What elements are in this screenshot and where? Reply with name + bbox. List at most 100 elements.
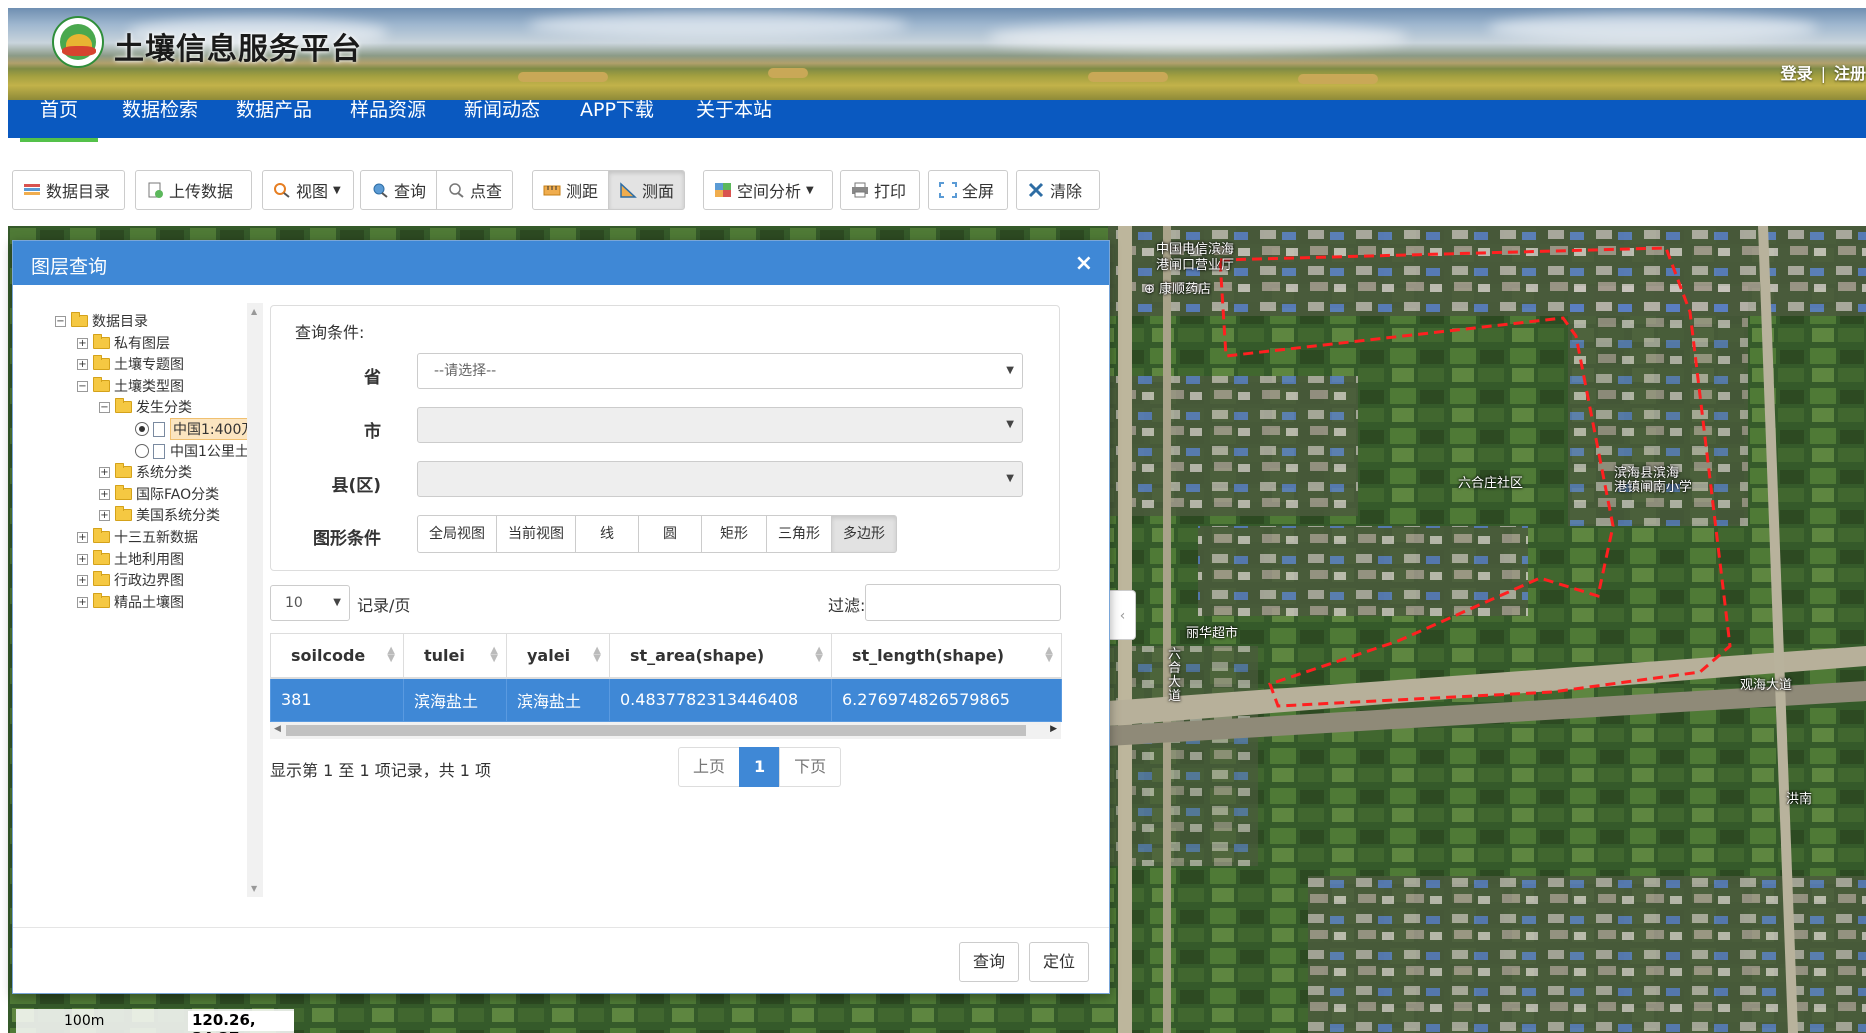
nav-item-about[interactable]: 关于本站 [696, 100, 772, 138]
tree-node-private[interactable]: + 私有图层 [77, 333, 170, 353]
view-dropdown[interactable]: 视图 ▼ [262, 170, 354, 210]
shape-global-view-button[interactable]: 全局视图 [417, 515, 497, 553]
register-link[interactable]: 注册 [1834, 64, 1866, 83]
tree-node-type-map[interactable]: − 土壤类型图 [77, 376, 184, 396]
page-number-button[interactable]: 1 [739, 747, 781, 787]
expand-icon[interactable]: + [77, 531, 88, 543]
province-select[interactable]: --请选择-- ▼ [417, 353, 1023, 389]
tree-node-premium[interactable]: + 精品土壤图 [77, 592, 184, 612]
tree-scrollbar[interactable]: ▲ ▼ [247, 303, 263, 897]
tree-node-root[interactable]: − 数据目录 [55, 311, 148, 331]
column-header-tulei[interactable]: tulei ▲ ▼ [403, 633, 507, 679]
tree-node-china-1km[interactable]: 中国1公里土 [135, 441, 249, 461]
scroll-up-icon[interactable]: ▲ [251, 307, 257, 316]
filter-input[interactable] [865, 584, 1061, 621]
scale-bar: 100m 120.26, 34.27 [16, 1009, 294, 1033]
shape-rectangle-button[interactable]: 矩形 [701, 515, 767, 553]
tree-node-genetic[interactable]: − 发生分类 [99, 397, 192, 417]
page-size-select[interactable]: 10 ▼ [270, 585, 350, 621]
table-horizontal-scrollbar[interactable]: ◀ ▶ [270, 722, 1061, 739]
tree-node-landuse[interactable]: + 土地利用图 [77, 549, 184, 569]
table-row[interactable]: 381 滨海盐土 滨海盐土 0.4837782313446408 6.27697… [270, 677, 1062, 722]
nav-item-sample-resources[interactable]: 样品资源 [350, 100, 426, 138]
sort-icon[interactable]: ▲ ▼ [490, 646, 498, 664]
clear-button[interactable]: 清除 [1016, 170, 1100, 210]
expand-icon[interactable]: + [77, 574, 88, 586]
shape-line-button[interactable]: 线 [575, 515, 639, 553]
sort-icon[interactable]: ▲ ▼ [593, 646, 601, 664]
upload-label: 上传数据 [169, 182, 234, 201]
expand-icon[interactable]: + [99, 466, 110, 478]
site-logo[interactable] [52, 16, 104, 68]
shape-current-view-button[interactable]: 当前视图 [496, 515, 576, 553]
scroll-left-icon[interactable]: ◀ [274, 724, 281, 734]
county-select[interactable]: ▼ [417, 461, 1023, 497]
column-header-st-length[interactable]: st_length(shape) ▲ ▼ [831, 633, 1062, 679]
collapse-icon[interactable]: − [99, 401, 110, 413]
sort-icon[interactable]: ▲ ▼ [387, 646, 395, 664]
records-info: 显示第 1 至 1 项记录，共 1 项 [270, 761, 492, 780]
shape-circle-button[interactable]: 圆 [638, 515, 702, 553]
spatial-analysis-dropdown[interactable]: 空间分析 ▼ [703, 170, 833, 210]
page: 土壤信息服务平台 登录 | 注册 首页 数据检索 数据产品 样品资源 新闻动态 AP… [0, 0, 1866, 1033]
locate-button[interactable]: 定位 [1029, 942, 1090, 982]
nav-item-news[interactable]: 新闻动态 [464, 100, 540, 138]
tree-node-china-400k[interactable]: 中国1:400万 [135, 418, 259, 440]
scroll-right-icon[interactable]: ▶ [1050, 724, 1057, 734]
shape-polygon-button[interactable]: 多边形 [831, 515, 897, 553]
column-header-yalei[interactable]: yalei ▲ ▼ [506, 633, 610, 679]
city-select[interactable]: ▼ [417, 407, 1023, 443]
login-link[interactable]: 登录 [1781, 64, 1813, 83]
query-button[interactable]: 查询 [360, 170, 438, 210]
expand-icon[interactable]: + [77, 553, 88, 565]
tree-node-admin[interactable]: + 行政边界图 [77, 570, 184, 590]
table-cell: 381 [270, 677, 404, 722]
print-button[interactable]: 打印 [840, 170, 920, 210]
nav-item-data-products[interactable]: 数据产品 [236, 100, 312, 138]
tree-node-system[interactable]: + 系统分类 [99, 462, 192, 482]
dialog-footer: 查询 定位 [13, 927, 1109, 993]
nav-item-label: 数据产品 [236, 99, 313, 121]
catalog-button[interactable]: 数据目录 [12, 170, 125, 210]
nav-item-data-search[interactable]: 数据检索 [122, 100, 198, 138]
province-label: 省 [364, 368, 381, 388]
collapse-panel-button[interactable]: ‹ [1110, 590, 1136, 640]
radio-icon[interactable] [135, 444, 149, 458]
expand-icon[interactable]: + [99, 488, 110, 500]
expand-icon[interactable]: + [77, 337, 88, 349]
results-table: soilcode ▲ ▼ tulei ▲ ▼ yalei ▲ ▼ st_area(shape… [270, 633, 1062, 722]
banner-cloud [988, 22, 1408, 52]
measure-distance-button[interactable]: 测距 [532, 170, 610, 210]
query-submit-button[interactable]: 查询 [959, 942, 1020, 982]
radio-selected-icon[interactable] [135, 422, 149, 436]
collapse-icon[interactable]: − [55, 315, 66, 327]
upload-button[interactable]: 上传数据 [135, 170, 252, 210]
measure-area-label: 测面 [642, 182, 675, 201]
measure-area-button[interactable]: 测面 [608, 170, 686, 210]
collapse-icon[interactable]: − [77, 380, 88, 392]
prev-page-button[interactable]: 上页 [678, 747, 741, 787]
close-icon[interactable]: × [1075, 251, 1093, 276]
nav-item-home[interactable]: 首页 [19, 100, 99, 142]
column-header-soilcode[interactable]: soilcode ▲ ▼ [270, 633, 404, 679]
shape-triangle-button[interactable]: 三角形 [766, 515, 832, 553]
tree-node-usa[interactable]: + 美国系统分类 [99, 505, 220, 525]
expand-icon[interactable]: + [99, 509, 110, 521]
sort-icon[interactable]: ▲ ▼ [815, 646, 823, 664]
point-query-button[interactable]: 点查 [436, 170, 514, 210]
view-label: 视图 [296, 182, 329, 201]
scroll-down-icon[interactable]: ▼ [251, 884, 257, 893]
fullscreen-button[interactable]: 全屏 [928, 170, 1008, 210]
nav-item-app-download[interactable]: APP下载 [580, 100, 654, 138]
column-header-st-area[interactable]: st_area(shape) ▲ ▼ [609, 633, 832, 679]
tree-node-new13[interactable]: + 十三五新数据 [77, 527, 198, 547]
expand-icon[interactable]: + [77, 358, 88, 370]
scrollbar-thumb[interactable] [286, 725, 1026, 736]
next-page-button[interactable]: 下页 [779, 747, 842, 787]
tree-node-fao[interactable]: + 国际FAO分类 [99, 484, 219, 504]
sort-icon[interactable]: ▲ ▼ [1045, 646, 1053, 664]
expand-icon[interactable]: + [77, 596, 88, 608]
map-label: 港镇闸南小学 [1614, 480, 1693, 495]
tree-node-thematic[interactable]: + 土壤专题图 [77, 354, 184, 374]
area-icon [619, 182, 637, 198]
